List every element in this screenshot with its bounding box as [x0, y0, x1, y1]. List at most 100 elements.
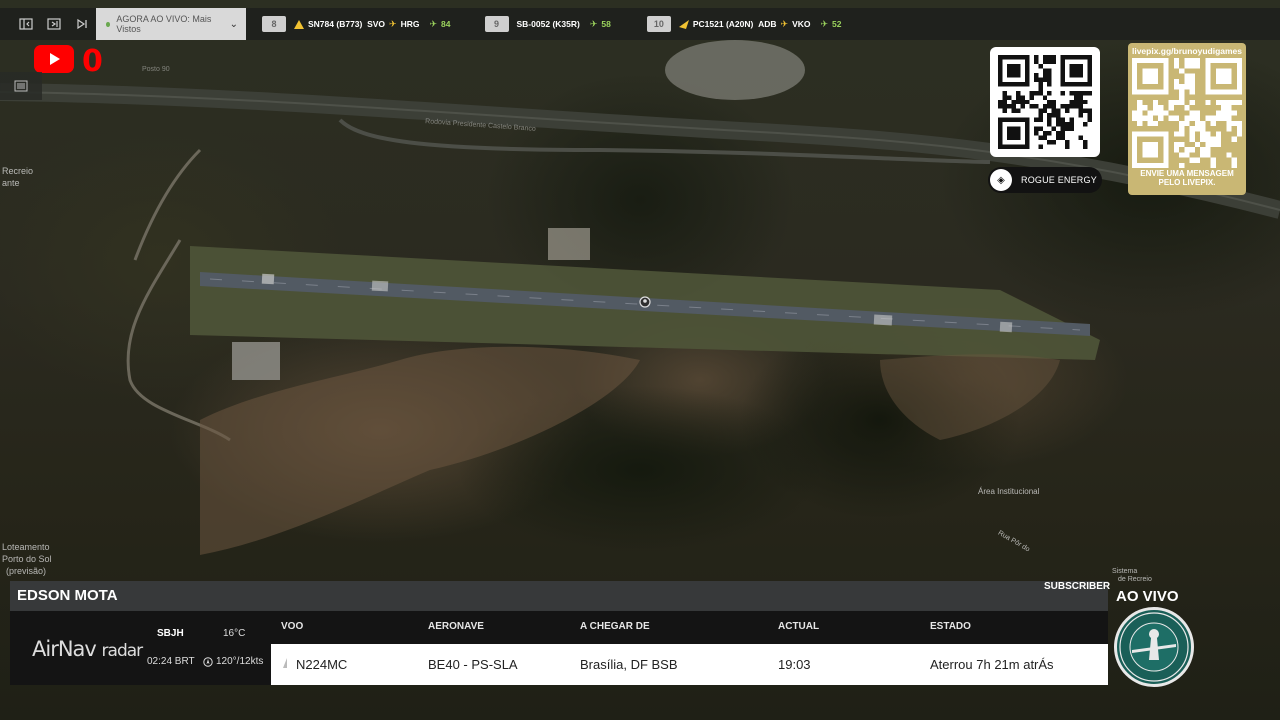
qr-module — [1060, 126, 1066, 132]
qr-module — [1184, 78, 1190, 85]
qr-module — [1056, 135, 1061, 141]
top-flight-10[interactable]: 10 PC1521 (A20N) ADB ✈ VKO ✈ 52 — [646, 8, 842, 40]
qr-module — [1184, 63, 1190, 69]
qr-module — [1215, 131, 1222, 137]
qr-module — [1173, 141, 1180, 148]
qr-module — [1215, 141, 1222, 148]
live-now-dropdown[interactable]: AGORA AO VIVO: Mais Vistos ⌄ — [96, 8, 246, 40]
youtube-icon[interactable] — [34, 45, 74, 73]
qr-module — [1179, 94, 1185, 100]
qr-finder-module — [1069, 63, 1084, 78]
qr-module — [1087, 113, 1092, 118]
qr-finder-module — [1006, 126, 1021, 141]
qr-module — [1189, 147, 1195, 153]
qr-module — [1215, 110, 1222, 116]
table-row[interactable]: N224MC BE40 - PS-SLA Brasília, DF BSB 19… — [271, 644, 1108, 685]
qr-module — [1236, 99, 1242, 106]
qr-module — [1200, 126, 1206, 132]
qr-module — [1038, 81, 1043, 87]
qr-module — [1047, 131, 1052, 136]
flight-type: (B773) — [336, 19, 363, 29]
qr-module — [1184, 147, 1190, 153]
qr-module — [1194, 141, 1201, 148]
top-flight-8[interactable]: 8 SN784 (B773) SVO ✈ HRG ✈ 84 — [262, 8, 451, 40]
qr-module — [1210, 136, 1216, 142]
header-voo: VOO — [281, 621, 304, 632]
qr-module — [1002, 108, 1007, 114]
qr-module — [1047, 72, 1052, 78]
temperature: 16°C — [223, 628, 246, 639]
qr-module — [1221, 115, 1227, 121]
flight-table: VOO AERONAVE A CHEGAR DE ACTUAL ESTADO N… — [271, 611, 1108, 685]
qr-module — [1200, 136, 1206, 142]
qr-module — [1173, 115, 1180, 121]
qr-module — [1158, 105, 1164, 111]
qr-module — [1173, 147, 1180, 153]
qr-module — [1236, 131, 1242, 137]
qr-module — [1038, 117, 1043, 123]
qr-module — [1152, 99, 1159, 106]
flight-callsign: SB-0052 — [516, 19, 551, 29]
qr-module — [1069, 117, 1075, 123]
qr-module — [1231, 162, 1237, 168]
qr-module — [1047, 81, 1052, 87]
qr-module — [1038, 108, 1043, 114]
qr-module — [1038, 90, 1043, 96]
plane-arrow-icon: ✈ — [780, 18, 789, 29]
qr-module — [1033, 117, 1039, 123]
qr-module — [1060, 104, 1066, 109]
qr-module — [1002, 90, 1007, 96]
qr-module — [1033, 90, 1039, 96]
collapse-sidebar-button[interactable] — [12, 8, 40, 40]
qr-module — [1033, 72, 1039, 78]
qr-module — [1231, 99, 1237, 106]
qr-module — [1179, 162, 1185, 168]
qr-module — [1194, 63, 1201, 69]
qr-module — [1189, 78, 1195, 85]
qr-finder-module — [1006, 63, 1021, 78]
expand-panel-button[interactable] — [40, 8, 68, 40]
qr-module — [1047, 113, 1052, 118]
layers-button[interactable] — [0, 72, 42, 100]
qr-module — [1006, 95, 1012, 100]
qr-module — [1069, 122, 1075, 127]
qr-module — [1189, 157, 1195, 163]
rogue-label: ROGUE ENERGY — [1021, 175, 1097, 185]
qr-module — [1205, 131, 1211, 137]
qr-module — [1226, 110, 1232, 116]
qr-module — [1038, 77, 1043, 82]
flight-rank: 10 — [646, 16, 671, 32]
map-label-area-institucional: Área Institucional — [978, 487, 1040, 496]
qr-module — [1221, 110, 1227, 116]
airnav-radar-logo: AirNav radar — [32, 637, 143, 661]
qr-module — [1179, 141, 1185, 148]
qr-module — [1200, 152, 1206, 158]
qr-module — [1074, 90, 1079, 96]
list-icon — [14, 80, 28, 92]
qr-module — [1179, 120, 1185, 127]
qr-module — [1215, 136, 1222, 142]
qr-module — [1226, 152, 1232, 158]
next-button[interactable] — [68, 8, 96, 40]
qr-module — [1060, 135, 1066, 141]
header-aeronave: AERONAVE — [428, 621, 484, 632]
qr-module — [1158, 110, 1164, 116]
flight-type: (K35R) — [552, 19, 580, 29]
qr-module — [1083, 99, 1088, 105]
qr-module — [1042, 72, 1048, 78]
qr-module — [1047, 59, 1052, 64]
qr-module — [1083, 122, 1088, 127]
qr-module — [1011, 108, 1016, 114]
qr-module — [1184, 58, 1190, 64]
qr-module — [1179, 126, 1185, 132]
top-flight-9[interactable]: 9 SB-0052 (K35R) ✈ 58 — [484, 8, 611, 40]
qr-module — [1038, 126, 1043, 132]
qr-module — [998, 99, 1003, 105]
qr-module — [1147, 120, 1153, 127]
qr-module — [1226, 126, 1232, 132]
qr-module — [1078, 108, 1084, 114]
qr-module — [1200, 120, 1206, 127]
qr-module — [1051, 140, 1057, 145]
qr-module — [1184, 120, 1190, 127]
qr-module — [1226, 105, 1232, 111]
